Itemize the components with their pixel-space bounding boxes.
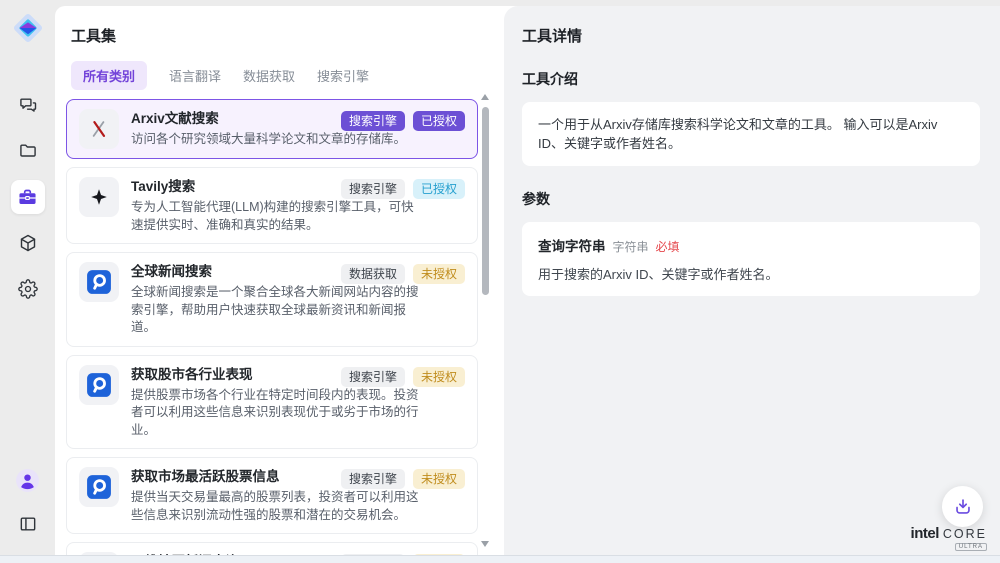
tab-category-1[interactable]: 语言翻译 <box>169 61 221 90</box>
tool-card[interactable]: 万维地区新闻查询查询具体行政区划内的新闻，快速了解各地新闻动搜索引擎未授权 <box>66 542 478 555</box>
category-badge: 数据获取 <box>341 264 405 284</box>
auth-status-badge: 未授权 <box>413 469 465 489</box>
auth-status-badge: 已授权 <box>413 179 465 199</box>
category-badge: 搜索引擎 <box>341 111 405 131</box>
chat-icon <box>18 95 38 115</box>
tool-badges: 搜索引擎已授权 <box>341 179 465 199</box>
params-heading: 参数 <box>522 189 980 209</box>
category-tabs: 所有类别语言翻译数据获取搜索引擎 <box>71 61 504 90</box>
tab-category-2[interactable]: 数据获取 <box>243 61 295 90</box>
intro-heading: 工具介绍 <box>522 69 980 89</box>
toolbox-icon <box>17 187 38 208</box>
list-scrollbar <box>481 94 489 547</box>
tool-card[interactable]: 全球新闻搜索全球新闻搜索是一个聚合全球各大新闻网站内容的搜索引擎，帮助用户快速获… <box>66 252 478 347</box>
intro-text: 一个用于从Arxiv存储库搜索科学论文和文章的工具。 输入可以是Arxiv ID… <box>538 115 964 153</box>
sidebar <box>0 0 55 555</box>
sidebar-bottom <box>0 463 55 541</box>
tool-desc: 提供当天交易量最高的股票列表，投资者可以利用这些信息来识别流动性强的股票和潜在的… <box>131 489 423 524</box>
sidebar-item-toggle-layout[interactable] <box>11 507 45 541</box>
tavily-icon <box>79 177 119 217</box>
arxiv-icon <box>79 109 119 149</box>
tab-category-0[interactable]: 所有类别 <box>71 61 147 90</box>
toolset-title: 工具集 <box>71 25 504 46</box>
search-q-icon <box>79 467 119 507</box>
scroll-up-arrow-icon[interactable] <box>481 94 489 100</box>
category-badge: 搜索引擎 <box>341 469 405 489</box>
tool-card[interactable]: 获取市场最活跃股票信息提供当天交易量最高的股票列表，投资者可以利用这些信息来识别… <box>66 457 478 534</box>
core-brand-text: core <box>943 527 987 541</box>
tool-badges: 数据获取未授权 <box>341 264 465 284</box>
intel-core-ultra-logo: intel core ultra <box>911 525 987 551</box>
sidebar-nav <box>0 88 55 306</box>
sidebar-item-chat[interactable] <box>11 88 45 122</box>
tool-list: Arxiv文献搜索访问各个研究领域大量科学论文和文章的存储库。搜索引擎已授权 Ta… <box>66 99 478 555</box>
category-badge: 搜索引擎 <box>341 179 405 199</box>
tool-desc: 访问各个研究领域大量科学论文和文章的存储库。 <box>131 131 423 149</box>
tool-badges: 搜索引擎未授权 <box>341 367 465 387</box>
app-logo gem-logo-icon[interactable] <box>8 8 48 48</box>
scrollbar-thumb[interactable] <box>482 107 489 295</box>
auth-status-badge: 未授权 <box>413 367 465 387</box>
user-avatar-icon <box>15 468 40 493</box>
layout-toggle-icon <box>18 514 38 534</box>
download-icon <box>952 496 974 518</box>
param-desc: 用于搜索的Arxiv ID、关键字或作者姓名。 <box>538 264 964 283</box>
intro-card: 一个用于从Arxiv存储库搜索科学论文和文章的工具。 输入可以是Arxiv ID… <box>522 102 980 166</box>
download-button[interactable] <box>942 486 983 527</box>
tab-category-3[interactable]: 搜索引擎 <box>317 61 369 90</box>
app-window: 工具集 所有类别语言翻译数据获取搜索引擎 Arxiv文献搜索访问各个研究领域大量… <box>0 0 1000 563</box>
tool-badges: 搜索引擎已授权 <box>341 111 465 131</box>
gear-icon <box>18 279 38 299</box>
main-area: 工具集 所有类别语言翻译数据获取搜索引擎 Arxiv文献搜索访问各个研究领域大量… <box>55 6 1000 555</box>
sidebar-item-files[interactable] <box>11 134 45 168</box>
param-required-badge: 必填 <box>656 238 680 255</box>
detail-title: 工具详情 <box>522 25 980 46</box>
folder-icon <box>18 141 38 161</box>
toolset-panel: 工具集 所有类别语言翻译数据获取搜索引擎 Arxiv文献搜索访问各个研究领域大量… <box>55 6 504 555</box>
category-badge: 搜索引擎 <box>341 367 405 387</box>
sidebar-item-settings[interactable] <box>11 272 45 306</box>
tool-card[interactable]: Tavily搜索专为人工智能代理(LLM)构建的搜索引擎工具，可快速提供实时、准… <box>66 167 478 244</box>
tool-desc: 全球新闻搜索是一个聚合全球各大新闻网站内容的搜索引擎，帮助用户快速获取全球最新资… <box>131 284 423 337</box>
tool-card[interactable]: Arxiv文献搜索访问各个研究领域大量科学论文和文章的存储库。搜索引擎已授权 <box>66 99 478 159</box>
cube-icon <box>18 233 38 253</box>
sidebar-item-models[interactable] <box>11 226 45 260</box>
scroll-down-arrow-icon[interactable] <box>481 541 489 547</box>
tool-desc: 提供股票市场各个行业在特定时间段内的表现。投资者可以利用这些信息来识别表现优于或… <box>131 387 423 440</box>
sidebar-item-toolbox[interactable] <box>11 180 45 214</box>
param-name: 查询字符串 <box>538 235 606 255</box>
param-type: 字符串 <box>613 238 649 255</box>
intel-brand-text: intel <box>911 525 939 542</box>
search-q-icon <box>79 365 119 405</box>
search-q-icon <box>79 262 119 302</box>
sidebar-item-user[interactable] <box>11 463 45 497</box>
ultra-badge: ultra <box>955 543 987 551</box>
auth-status-badge: 已授权 <box>413 111 465 131</box>
param-card: 查询字符串 字符串 必填 用于搜索的Arxiv ID、关键字或作者姓名。 <box>522 222 980 296</box>
window-bottom-edge <box>0 555 1000 563</box>
tool-detail-panel: 工具详情 工具介绍 一个用于从Arxiv存储库搜索科学论文和文章的工具。 输入可… <box>504 6 1000 555</box>
tool-card[interactable]: 获取股市各行业表现提供股票市场各个行业在特定时间段内的表现。投资者可以利用这些信… <box>66 355 478 450</box>
tool-badges: 搜索引擎未授权 <box>341 469 465 489</box>
tool-desc: 专为人工智能代理(LLM)构建的搜索引擎工具，可快速提供实时、准确和真实的结果。 <box>131 199 423 234</box>
auth-status-badge: 未授权 <box>413 264 465 284</box>
